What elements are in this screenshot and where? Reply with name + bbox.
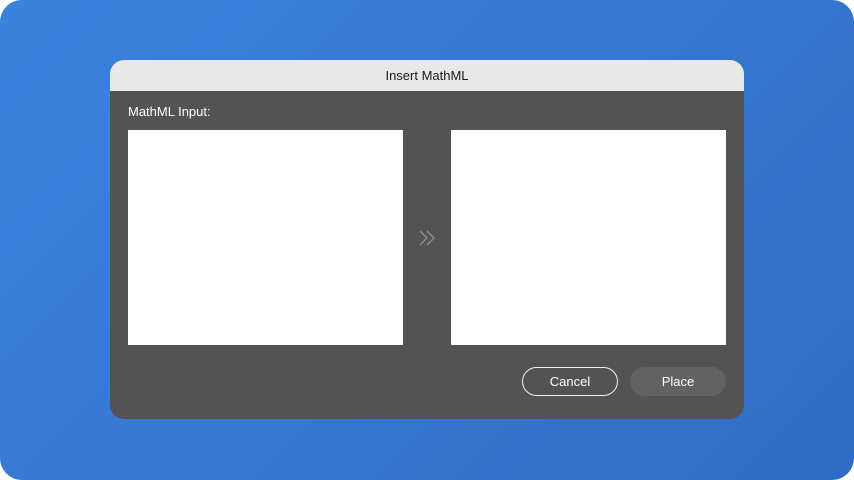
mathml-input-label: MathML Input:: [128, 104, 211, 119]
dialog-titlebar: Insert MathML: [110, 60, 744, 91]
dialog-title: Insert MathML: [385, 68, 469, 83]
mathml-input-field[interactable]: [128, 130, 403, 345]
double-chevron-right-icon: [419, 230, 436, 246]
cancel-button[interactable]: Cancel: [522, 367, 618, 396]
insert-mathml-dialog: Insert MathML MathML Input: Cancel Place: [110, 60, 744, 419]
mathml-preview-panel: [451, 130, 726, 345]
place-button[interactable]: Place: [630, 367, 726, 396]
